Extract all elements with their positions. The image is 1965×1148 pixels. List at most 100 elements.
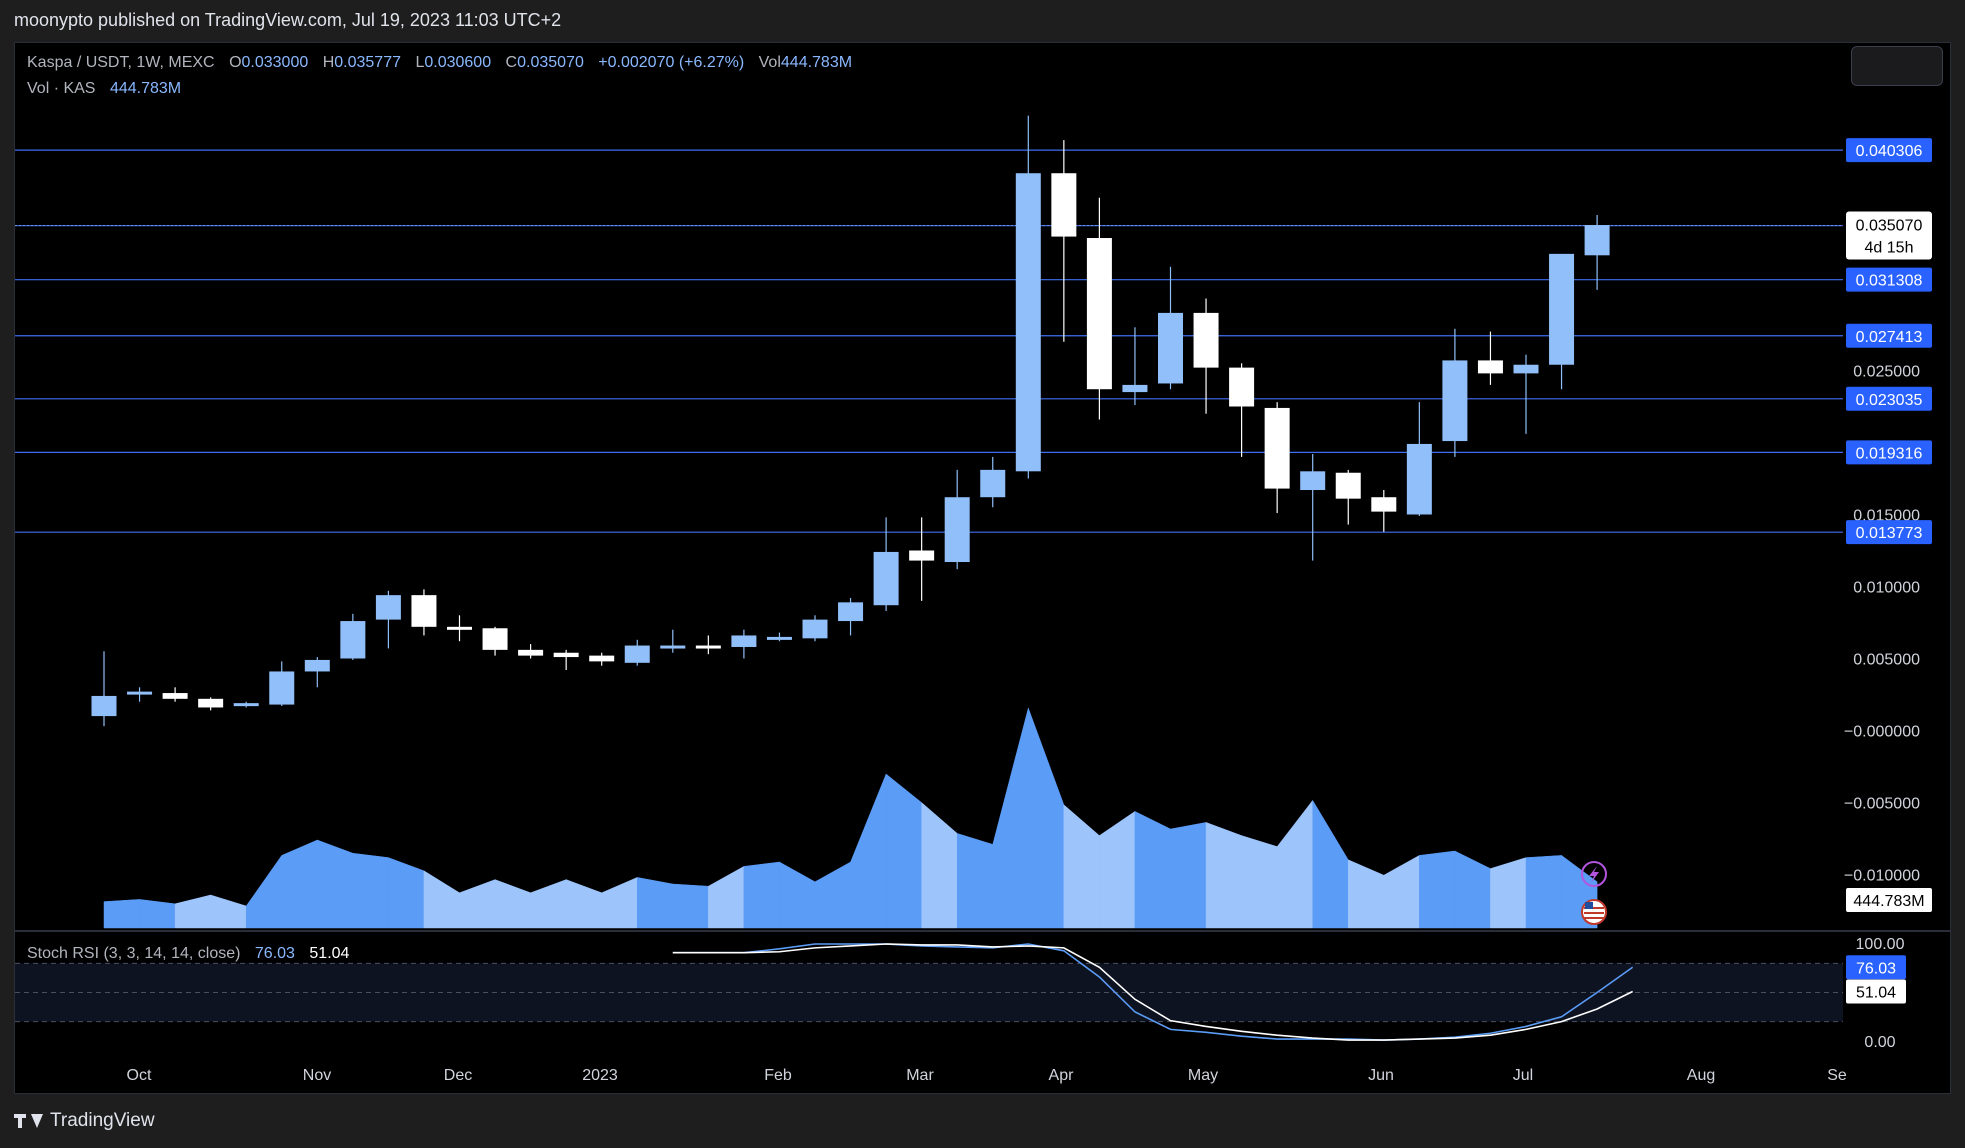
volume-segment [281,839,318,929]
candle-up [1406,443,1432,515]
volume-segment [956,833,993,929]
time-axis-label: Nov [303,1067,331,1084]
candle-up [944,497,970,563]
time-axis-label: May [1188,1067,1218,1084]
stoch-axis-label: 100.00 [1856,936,1905,953]
tradingview-logo[interactable]: TradingView [14,1110,155,1132]
time-axis-label: Jun [1368,1067,1394,1084]
volume-value: 444.783M [780,54,853,71]
candle-down [1051,173,1077,237]
candle-up [269,671,295,705]
volume-segment [388,857,425,929]
price-axis-label: −0.005000 [1844,796,1920,813]
close-label: C [505,54,518,71]
publish-info: moonypto published on TradingView.com, J… [14,10,562,30]
candle-up [802,619,828,639]
candle-down [1229,367,1255,407]
candle-up [838,602,864,622]
time-axis-label: Jul [1513,1067,1533,1084]
volume-segment [1063,804,1100,929]
flag-canton [1585,902,1593,909]
candle-up [660,645,686,649]
level-label: 0.023035 [1856,392,1923,409]
time-axis-label: Se [1827,1067,1847,1084]
candle-up [1513,364,1539,374]
candle-down [1193,312,1219,368]
candle-up [731,635,757,647]
candlestick-chart[interactable]: 0.0250000.0150000.0100000.005000−0.00000… [0,42,1965,1094]
price-axis-label: 0.005000 [1853,652,1920,669]
time-axis-label: Feb [764,1067,792,1084]
candle-down [1371,497,1397,512]
candle-up [624,645,650,663]
volume-segment [1525,855,1562,929]
volume-indicator-label: Vol · KAS [27,80,96,97]
volume-label: Vol [758,54,781,71]
time-axis-label: 2023 [582,1067,618,1084]
volume-segment [672,883,709,929]
stoch-d-value: 51.04 [309,945,350,962]
volume-segment [1419,850,1456,929]
volume-segment [1170,822,1207,929]
symbol-label: Kaspa / USDT, 1W, MEXC [27,54,215,71]
candle-up [91,695,117,717]
chart-settings-button[interactable] [1851,46,1943,86]
level-label: 0.027413 [1856,329,1923,346]
ohlc-legend: Kaspa / USDT, 1W, MEXC O0.033000 H0.0357… [27,54,852,72]
time-axis-label: Aug [1687,1067,1715,1084]
volume-segment [1490,857,1527,929]
volume-segment [494,879,531,929]
level-label: 0.019316 [1856,445,1923,462]
candle-up [1158,312,1183,384]
volume-segment [992,707,1029,929]
volume-segment [1241,835,1278,929]
candle-down [553,652,579,658]
volume-segment [1348,859,1385,929]
candle-down [589,655,615,662]
candle-up [1122,384,1148,393]
stoch-k-axis-label: 76.03 [1856,960,1896,977]
time-axis-label: Dec [444,1067,472,1084]
current-price-label: 0.035070 [1856,217,1923,234]
candle-down [482,628,508,650]
candle-up [1549,253,1575,365]
level-label: 0.040306 [1856,143,1923,160]
candle-down [518,649,544,656]
stoch-rsi-legend: Stoch RSI (3, 3, 14, 14, close) 76.03 51… [27,945,349,963]
candle-up [375,595,401,620]
high-value: 0.035777 [334,54,401,71]
stoch-rsi-label: Stoch RSI (3, 3, 14, 14, close) [27,945,241,962]
stoch-d-axis-label: 51.04 [1856,984,1896,1001]
volume-segment [1134,810,1171,929]
stoch-axis-label: 0.00 [1864,1034,1895,1051]
volume-segment [779,861,816,929]
volume-segment [317,839,354,929]
volume-segment [814,861,851,929]
footer-bar [0,1094,1965,1148]
volume-indicator-value: 444.783M [109,80,182,97]
volume-axis-label: 444.783M [1853,893,1924,910]
candle-up [1584,225,1610,256]
volume-segment [743,861,780,929]
candle-down [1335,472,1361,499]
header-bar: moonypto published on TradingView.com, J… [0,0,1965,42]
level-label: 0.031308 [1856,273,1923,290]
volume-area-group [103,707,1598,929]
candle-up [1015,173,1041,472]
change-value: +0.002070 (+6.27%) [598,54,745,71]
volume-segment [1205,822,1242,929]
stoch-k-value: 76.03 [254,945,295,962]
candle-down [411,595,437,627]
candle-down [1264,407,1290,489]
candle-up [873,551,899,606]
candle-down [198,698,224,708]
volume-segment [1312,799,1349,929]
volume-segment [1383,854,1420,929]
volume-segment [210,894,247,929]
candle-down [162,693,188,699]
level-label: 0.013773 [1856,525,1923,542]
price-axis-label: −0.010000 [1844,868,1920,885]
volume-segment [921,802,958,929]
open-label: O [229,54,242,71]
candle-up [340,621,366,659]
